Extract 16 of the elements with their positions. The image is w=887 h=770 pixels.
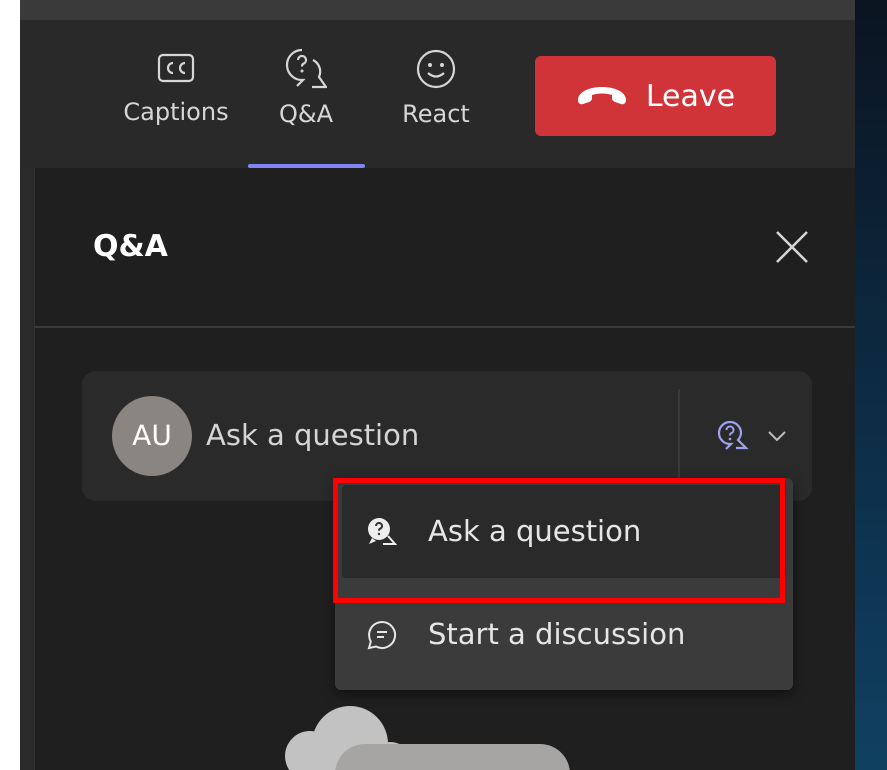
smiley-icon [415,48,457,90]
close-icon[interactable] [774,229,810,265]
hang-up-icon [576,85,628,107]
avatar: AU [112,396,192,476]
menu-item[interactable]: Ask a question [342,485,786,578]
panel-title: Q&A [93,229,168,265]
leave-button[interactable]: Leave [535,56,776,136]
toolbar-tab[interactable]: Q&A [241,20,371,168]
question-bubble-icon [366,516,398,548]
question-bubbles-icon [285,48,327,90]
chevron-down-icon [768,431,786,441]
menu-item[interactable]: Start a discussion [342,588,786,681]
chat-bubble-icon [366,618,398,650]
question-input[interactable]: Ask a question [204,413,644,459]
toolbar-tab[interactable]: React [371,20,501,168]
toolbar-tab[interactable]: Captions [111,20,241,168]
